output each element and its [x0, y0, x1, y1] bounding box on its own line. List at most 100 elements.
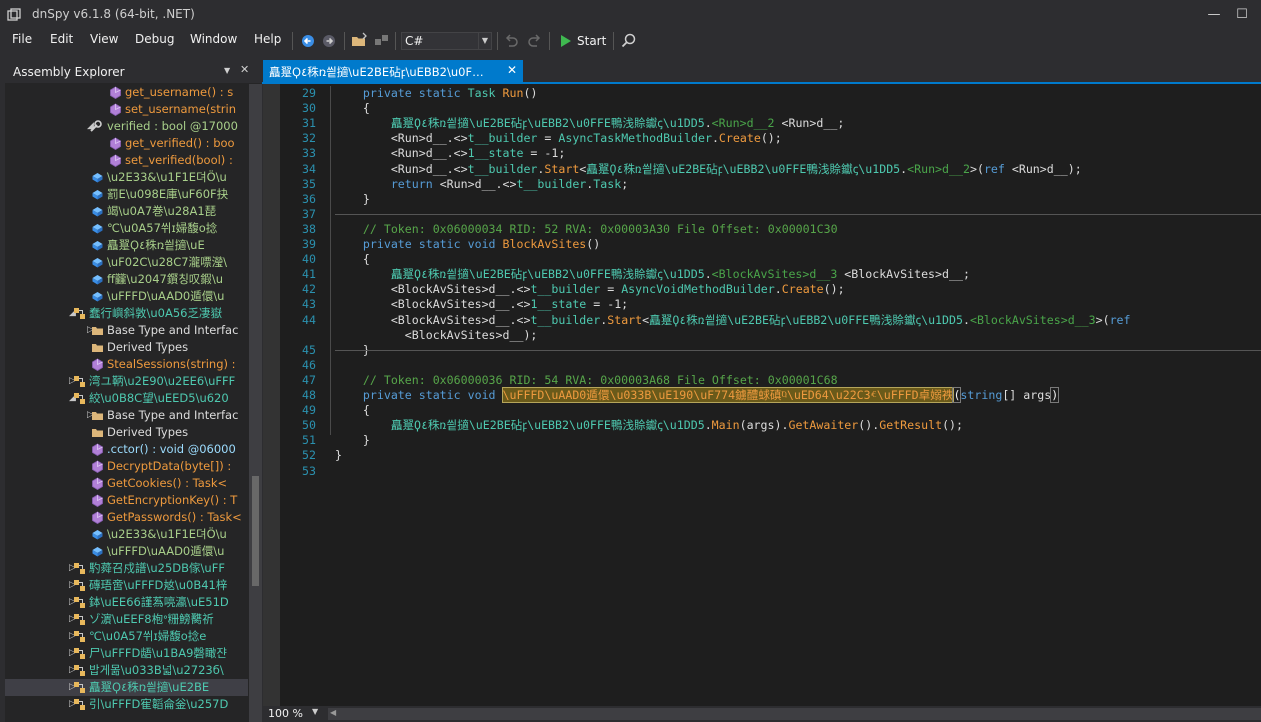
- code-text[interactable]: private static Task Run(): [363, 86, 538, 101]
- code-text[interactable]: <BlockAvSites>d__.<>t__builder.Start<矗翨Ϙ…: [391, 313, 1131, 328]
- assembly-tree[interactable]: get_username() : s set_username(strin ◢ ver…: [5, 84, 248, 722]
- redo-icon[interactable]: [525, 32, 543, 50]
- language-select[interactable]: C# ▼: [401, 32, 492, 50]
- forward-icon[interactable]: [321, 32, 339, 50]
- tab-active-document[interactable]: 矗翨Ϙ٤秼ռ씥擿\uE2BE砧ꝼ\uEBB2\u0F… ✕: [263, 60, 523, 82]
- field-icon: [91, 188, 104, 201]
- tree-node[interactable]: get_username() : s: [5, 84, 248, 101]
- tree-node[interactable]: Derived Types: [5, 339, 248, 356]
- close-icon[interactable]: ✕: [240, 63, 249, 76]
- code-text[interactable]: {: [363, 403, 370, 418]
- tree-node[interactable]: ▷ Base Type and Interfac: [5, 407, 248, 424]
- code-text[interactable]: private static void \uFFFD\uAAD0遁儇\u033B…: [363, 387, 1060, 403]
- back-icon[interactable]: [300, 32, 318, 50]
- code-text[interactable]: }: [363, 433, 370, 448]
- class-icon: [73, 375, 86, 388]
- tree-node[interactable]: StealSessions(string) :: [5, 356, 248, 373]
- method-icon: [91, 511, 104, 524]
- tree-node[interactable]: ▷ Base Type and Interfac: [5, 322, 248, 339]
- chevron-down-icon[interactable]: ▼: [478, 33, 491, 49]
- editor-horizontal-scrollbar[interactable]: ◀: [328, 708, 1261, 720]
- tree-node[interactable]: ▷ 尸\uFFFD龉\u1BA9磬瞰쟌: [5, 645, 248, 662]
- code-text[interactable]: 矗翨Ϙ٤秼ռ씥擿\uE2BE砧ꝼ\uEBB2\u0FFE鴨浅賒钀ꞔ\u1DD5.…: [391, 267, 970, 282]
- code-text[interactable]: <BlockAvSites>d__.<>t__builder = AsyncVo…: [391, 282, 845, 297]
- toolbar-separator: [395, 32, 396, 50]
- tree-node[interactable]: ◢ 絞\u0B8C望\uEED5\u620: [5, 390, 248, 407]
- menu-window[interactable]: Window: [190, 32, 237, 46]
- folder-icon: [91, 426, 104, 439]
- close-icon[interactable]: ✕: [507, 63, 517, 77]
- tree-node[interactable]: GetCookies() : Task<: [5, 475, 248, 492]
- explorer-scroll-thumb[interactable]: [252, 476, 259, 586]
- tree-node[interactable]: DecryptData(byte[]) :: [5, 458, 248, 475]
- code-text[interactable]: }: [335, 448, 342, 463]
- start-icon[interactable]: [557, 32, 575, 50]
- menu-view[interactable]: View: [90, 32, 118, 46]
- tree-node[interactable]: ℃\u0A57쒸ɪ婦馥o捻: [5, 220, 248, 237]
- tree-node[interactable]: ▷ 磚珸啻\uFFFD奿\u0B41梓: [5, 577, 248, 594]
- menu-help[interactable]: Help: [254, 32, 281, 46]
- code-text[interactable]: <Run>d__.<>t__builder = AsyncTaskMethodB…: [391, 131, 782, 146]
- tree-node[interactable]: ▷ 湾ユ鞆\u2E90\u2EE6\uFFF: [5, 373, 248, 390]
- tree-node[interactable]: ▷ ゾ濵\uEEF8枹ᐤ粣鰟臡祈: [5, 611, 248, 628]
- tree-node[interactable]: 罰E\u098E庫\uF60F抉: [5, 186, 248, 203]
- minimize-button[interactable]: —: [1201, 4, 1227, 26]
- tree-node[interactable]: ▷ 鉢\uEE66謹蒍喨瀛\uE51D: [5, 594, 248, 611]
- tree-node[interactable]: GetPasswords() : Task<: [5, 509, 248, 526]
- tree-node[interactable]: ▷ 引\uFFFD寉韜侖釡\u257D: [5, 696, 248, 713]
- tree-node[interactable]: \uF02C\u28C7瀧嘌瀅\: [5, 254, 248, 271]
- code-text[interactable]: <BlockAvSites>d__);: [405, 328, 538, 343]
- code-text[interactable]: <Run>d__.<>1__state = -1;: [391, 146, 566, 161]
- tree-node[interactable]: ◢ 蠢行嶼斜敦\u0A56乏凄嶽: [5, 305, 248, 322]
- tree-node[interactable]: 矗翨Ϙ٤秼ռ씥擿\uE: [5, 237, 248, 254]
- tree-node[interactable]: ▷ 矗翨Ϙ٤秼ռ씥擿\uE2BE: [5, 679, 248, 696]
- tree-node[interactable]: \uFFFD\uAAD0遁儇\u: [5, 543, 248, 560]
- code-text[interactable]: }: [363, 192, 370, 207]
- menu-edit[interactable]: Edit: [50, 32, 73, 46]
- start-button[interactable]: Start: [577, 34, 606, 48]
- app-icon: [7, 7, 21, 21]
- explorer-scrollbar[interactable]: [249, 84, 262, 722]
- open-folder-icon[interactable]: [351, 32, 369, 50]
- chevron-down-icon[interactable]: ▼: [312, 707, 318, 716]
- code-text[interactable]: // Token: 0x06000036 RID: 54 RVA: 0x0000…: [363, 373, 838, 388]
- tree-node[interactable]: set_username(strin: [5, 101, 248, 118]
- tree-node[interactable]: ◢ verified : bool @17000: [5, 118, 248, 135]
- assembly-explorer: Assembly Explorer ▼ ✕ get_username() : s…: [5, 60, 262, 722]
- tree-node[interactable]: get_verified() : boo: [5, 135, 248, 152]
- tree-node[interactable]: \uFFFD\uAAD0遁儇\u: [5, 288, 248, 305]
- method-icon: [91, 460, 104, 473]
- tree-node[interactable]: .cctor() : void @06000: [5, 441, 248, 458]
- tree-node[interactable]: Derived Types: [5, 424, 248, 441]
- undo-icon[interactable]: [503, 32, 521, 50]
- code-text[interactable]: private static void BlockAvSites(): [363, 237, 600, 252]
- tree-node[interactable]: GetEncryptionKey() : T: [5, 492, 248, 509]
- tree-node[interactable]: ff龖\u2047鑦칭叹鍜\u: [5, 271, 248, 288]
- search-icon[interactable]: [620, 32, 638, 50]
- code-editor[interactable]: 29 private static Task Run() 30{31 矗翨Ϙ٤秼ռ씥擿…: [263, 84, 1261, 706]
- tree-node[interactable]: ▷ 밥게몲\u033B넓\u2723б\: [5, 662, 248, 679]
- code-text[interactable]: // Token: 0x06000034 RID: 52 RVA: 0x0000…: [363, 222, 838, 237]
- scroll-left-icon[interactable]: ◀: [330, 708, 336, 717]
- menu-file[interactable]: File: [12, 32, 32, 46]
- code-text[interactable]: <Run>d__.<>t__builder.Start<矗翨Ϙ٤秼ռ씥擿\uE2…: [391, 162, 1082, 177]
- open-list-icon[interactable]: [373, 32, 391, 50]
- code-token: .: [704, 267, 712, 282]
- tree-node[interactable]: ▷ ℃\u0A57쒸ɪ婦馥o捻e: [5, 628, 248, 645]
- tree-node[interactable]: 竭\u0A7巻\u28A1琵: [5, 203, 248, 220]
- code-text[interactable]: <BlockAvSites>d__.<>1__state = -1;: [391, 297, 628, 312]
- tree-node[interactable]: \u2E33&\u1F1E뎌Ö\u: [5, 526, 248, 543]
- code-text[interactable]: return <Run>d__.<>t__builder.Task;: [391, 177, 628, 192]
- maximize-button[interactable]: ☐: [1229, 4, 1255, 26]
- code-text[interactable]: {: [363, 101, 370, 116]
- tree-node[interactable]: \u2E33&\u1F1E뎌Ö\u: [5, 169, 248, 186]
- code-token: <Run>d__.<>: [390, 131, 468, 146]
- tree-node[interactable]: ▷ 馰蕣召戍譜\u25DB傢\uFF: [5, 560, 248, 577]
- line-number: 29: [302, 86, 316, 100]
- code-text[interactable]: 矗翨Ϙ٤秼ռ씥擿\uE2BE砧ꝼ\uEBB2\u0FFE鴨浅賒钀ꞔ\u1DD5.…: [391, 116, 844, 131]
- tree-node[interactable]: set_verified(bool) :: [5, 152, 248, 169]
- code-text[interactable]: 矗翨Ϙ٤秼ռ씥擿\uE2BE砧ꝼ\uEBB2\u0FFE鴨浅賒钀ꞔ\u1DD5.…: [391, 418, 963, 433]
- menu-debug[interactable]: Debug: [135, 32, 174, 46]
- code-text[interactable]: {: [363, 252, 370, 267]
- chevron-down-icon[interactable]: ▼: [224, 66, 230, 75]
